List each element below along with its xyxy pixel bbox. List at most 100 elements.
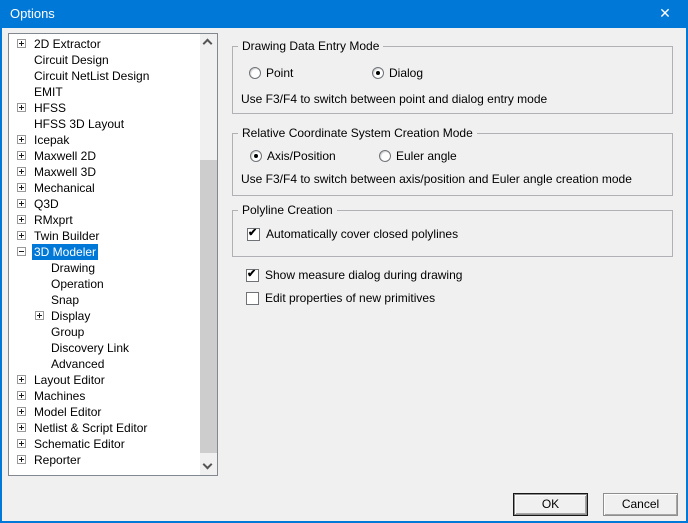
tree-item[interactable]: Twin Builder xyxy=(9,228,200,244)
tree-item-label[interactable]: Maxwell 3D xyxy=(32,164,98,180)
checkbox-edit-properties-new-primitives[interactable]: Edit properties of new primitives xyxy=(246,291,435,306)
tree-item-label[interactable]: Group xyxy=(49,324,86,340)
tree-item-label[interactable]: Layout Editor xyxy=(32,372,107,388)
tree-expand-plus-icon[interactable] xyxy=(17,167,26,176)
tree-expand-plus-icon[interactable] xyxy=(17,455,26,464)
checkbox-auto-cover-polylines[interactable]: Automatically cover closed polylines xyxy=(247,226,458,242)
tree-item-label[interactable]: Display xyxy=(49,308,92,324)
tree-item-label[interactable]: Circuit NetList Design xyxy=(32,68,151,84)
radio-label[interactable]: Point xyxy=(266,66,293,80)
tree-expand-plus-icon[interactable] xyxy=(17,215,26,224)
tree-expand-plus-icon[interactable] xyxy=(17,423,26,432)
tree-item-label[interactable]: Reporter xyxy=(32,452,83,468)
tree-item-label[interactable]: Advanced xyxy=(49,356,106,372)
tree-item[interactable]: Layout Editor xyxy=(9,372,200,388)
tree-item-label[interactable]: Operation xyxy=(49,276,106,292)
tree-item-label[interactable]: HFSS xyxy=(32,100,68,116)
tree-scrollbar[interactable] xyxy=(200,34,217,475)
tree-collapse-minus-icon[interactable] xyxy=(17,247,26,256)
radio-button-icon[interactable] xyxy=(372,67,384,79)
radio-label[interactable]: Axis/Position xyxy=(267,149,336,163)
tree-item-label[interactable]: Schematic Editor xyxy=(32,436,127,452)
tree-expand-plus-icon[interactable] xyxy=(35,311,44,320)
tree-item-label[interactable]: 3D Modeler xyxy=(32,244,99,260)
radio-point[interactable]: Point xyxy=(249,66,293,81)
tree-item-label[interactable]: Q3D xyxy=(32,196,61,212)
radio-button-icon[interactable] xyxy=(249,67,261,79)
tree-item-label[interactable]: Circuit Design xyxy=(32,52,111,68)
tree-item[interactable]: Reporter xyxy=(9,452,200,468)
checkbox-icon[interactable] xyxy=(246,267,259,282)
scroll-down-icon[interactable] xyxy=(200,458,217,475)
tree-expand-plus-icon[interactable] xyxy=(17,231,26,240)
tree-item-label[interactable]: RMxprt xyxy=(32,212,75,228)
radio-button-icon[interactable] xyxy=(250,150,262,162)
tree-item[interactable]: 3D Modeler xyxy=(9,244,200,260)
checkbox-label[interactable]: Automatically cover closed polylines xyxy=(266,227,458,241)
tree-item[interactable]: Circuit Design xyxy=(9,52,200,68)
tree-expand-plus-icon[interactable] xyxy=(17,135,26,144)
radio-button-icon[interactable] xyxy=(379,150,391,162)
tree-item[interactable]: Operation xyxy=(9,276,200,292)
checkbox-icon[interactable] xyxy=(246,292,259,305)
tree-expand-plus-icon[interactable] xyxy=(17,151,26,160)
tree-item[interactable]: Machines xyxy=(9,388,200,404)
scrollbar-thumb[interactable] xyxy=(200,160,217,453)
tree-item[interactable]: Schematic Editor xyxy=(9,436,200,452)
tree-item[interactable]: Circuit NetList Design xyxy=(9,68,200,84)
tree-item[interactable]: Maxwell 3D xyxy=(9,164,200,180)
close-icon[interactable]: ✕ xyxy=(642,0,688,28)
tree-item-label[interactable]: Snap xyxy=(49,292,81,308)
tree-item-label[interactable]: Model Editor xyxy=(32,404,103,420)
tree-item[interactable]: Mechanical xyxy=(9,180,200,196)
tree-item[interactable]: RMxprt xyxy=(9,212,200,228)
tree-expand-plus-icon[interactable] xyxy=(17,39,26,48)
tree-item-label[interactable]: HFSS 3D Layout xyxy=(32,116,126,132)
checkbox-show-measure-dialog[interactable]: Show measure dialog during drawing xyxy=(246,267,462,283)
tree-expand-plus-icon[interactable] xyxy=(17,199,26,208)
radio-label[interactable]: Dialog xyxy=(389,66,423,80)
tree-item[interactable]: Group xyxy=(9,324,200,340)
tree-expand-plus-icon[interactable] xyxy=(17,183,26,192)
tree-item-label[interactable]: Mechanical xyxy=(32,180,97,196)
tree-item[interactable]: Display xyxy=(9,308,200,324)
scroll-up-icon[interactable] xyxy=(200,34,217,51)
tree-expand-plus-icon[interactable] xyxy=(17,391,26,400)
tree-expand-plus-icon[interactable] xyxy=(17,407,26,416)
tree-item[interactable]: Icepak xyxy=(9,132,200,148)
tree-item-label[interactable]: Twin Builder xyxy=(32,228,101,244)
tree-item-label[interactable]: Icepak xyxy=(32,132,71,148)
tree-item[interactable]: HFSS xyxy=(9,100,200,116)
checkbox-label[interactable]: Show measure dialog during drawing xyxy=(265,268,462,282)
tree-item[interactable]: EMIT xyxy=(9,84,200,100)
tree-item-label[interactable]: Maxwell 2D xyxy=(32,148,98,164)
tree-item-label[interactable]: EMIT xyxy=(32,84,65,100)
tree-item-label[interactable]: Drawing xyxy=(49,260,97,276)
tree-expand-plus-icon[interactable] xyxy=(17,103,26,112)
cancel-button[interactable]: Cancel xyxy=(603,493,678,516)
tree-item[interactable]: Snap xyxy=(9,292,200,308)
radio-label[interactable]: Euler angle xyxy=(396,149,457,163)
ok-button[interactable]: OK xyxy=(513,493,588,516)
tree-item[interactable]: Drawing xyxy=(9,260,200,276)
tree-item[interactable]: HFSS 3D Layout xyxy=(9,116,200,132)
tree-item[interactable]: Model Editor xyxy=(9,404,200,420)
tree-item-label[interactable]: Netlist & Script Editor xyxy=(32,420,149,436)
radio-dialog[interactable]: Dialog xyxy=(372,66,423,81)
tree-item-label[interactable]: Discovery Link xyxy=(49,340,131,356)
tree-item[interactable]: Discovery Link xyxy=(9,340,200,356)
radio-axis-position[interactable]: Axis/Position xyxy=(250,149,336,164)
tree-item[interactable]: Maxwell 2D xyxy=(9,148,200,164)
tree-item[interactable]: Netlist & Script Editor xyxy=(9,420,200,436)
tree-item-label[interactable]: 2D Extractor xyxy=(32,36,103,52)
tree-item-label[interactable]: Machines xyxy=(32,388,87,404)
checkbox-icon[interactable] xyxy=(247,226,260,241)
hint-text: Use F3/F4 to switch between point and di… xyxy=(241,92,548,106)
checkbox-label[interactable]: Edit properties of new primitives xyxy=(265,291,435,305)
tree-expand-plus-icon[interactable] xyxy=(17,375,26,384)
tree-item[interactable]: 2D Extractor xyxy=(9,36,200,52)
tree-expand-plus-icon[interactable] xyxy=(17,439,26,448)
radio-euler-angle[interactable]: Euler angle xyxy=(379,149,457,164)
tree-item[interactable]: Q3D xyxy=(9,196,200,212)
tree-item[interactable]: Advanced xyxy=(9,356,200,372)
